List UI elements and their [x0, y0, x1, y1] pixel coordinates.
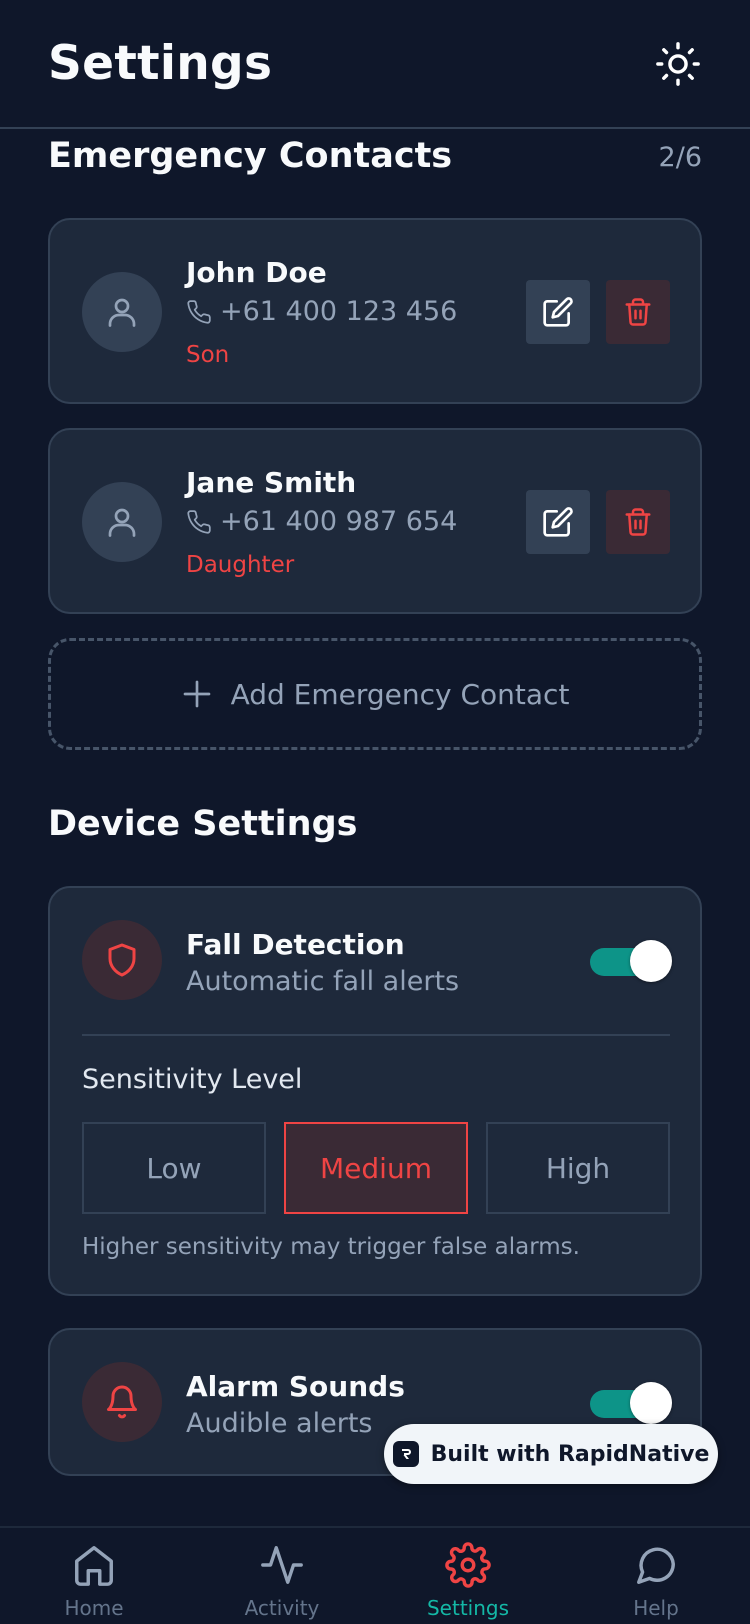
sensitivity-low-option[interactable]: Low: [82, 1122, 266, 1214]
fall-detection-subtitle: Automatic fall alerts: [186, 966, 460, 997]
fall-detection-toggle[interactable]: [590, 940, 672, 982]
emergency-contacts-title: Emergency Contacts: [48, 136, 453, 176]
edit-contact-button[interactable]: [526, 490, 590, 554]
add-contact-label: Add Emergency Contact: [230, 677, 570, 711]
built-with-badge[interactable]: Built with RapidNative: [384, 1424, 718, 1484]
alarm-sounds-title: Alarm Sounds: [186, 1370, 405, 1403]
user-icon: [108, 508, 136, 537]
theme-toggle-button[interactable]: [654, 40, 702, 88]
phone-icon: [187, 509, 211, 534]
contact-card: John Doe +61 400 123 456 Son: [48, 218, 702, 404]
rapidnative-logo-icon: [392, 1441, 419, 1467]
chat-bubble-icon: [637, 1547, 675, 1584]
nav-label-home: Home: [64, 1596, 124, 1620]
bell-icon: [107, 1385, 137, 1419]
edit-icon: [543, 507, 573, 537]
avatar: [82, 482, 162, 562]
fall-detection-title: Fall Detection: [186, 928, 405, 961]
delete-contact-button[interactable]: [606, 490, 670, 554]
contacts-count: 2/6: [658, 142, 702, 173]
nav-item-settings[interactable]: Settings: [398, 1542, 538, 1620]
trash-icon: [625, 298, 651, 326]
contact-phone-row: +61 400 123 456: [186, 296, 457, 327]
sensitivity-note: Higher sensitivity may trigger false ala…: [82, 1234, 580, 1260]
gear-icon: [445, 1542, 491, 1588]
contact-card: Jane Smith +61 400 987 654 Daughter: [48, 428, 702, 614]
header: Settings: [0, 0, 750, 129]
nav-item-activity[interactable]: Activity: [212, 1542, 352, 1620]
nav-label-settings: Settings: [426, 1596, 510, 1620]
toggle-knob: [630, 940, 672, 982]
nav-item-home[interactable]: Home: [24, 1542, 164, 1620]
add-emergency-contact-button[interactable]: Add Emergency Contact: [48, 638, 702, 750]
device-settings-title: Device Settings: [48, 804, 358, 844]
shield-icon: [108, 943, 136, 977]
alarm-sounds-subtitle: Audible alerts: [186, 1408, 373, 1439]
phone-icon: [187, 299, 211, 324]
badge-label: Built with RapidNative: [430, 1441, 710, 1467]
user-icon: [108, 298, 136, 327]
edit-contact-button[interactable]: [526, 280, 590, 344]
nav-label-help: Help: [633, 1596, 679, 1620]
trash-icon: [625, 508, 651, 536]
nav-item-help[interactable]: Help: [586, 1542, 726, 1620]
delete-contact-button[interactable]: [606, 280, 670, 344]
sensitivity-label: Sensitivity Level: [82, 1064, 303, 1095]
contact-phone: +61 400 123 456: [220, 296, 458, 327]
contact-relation: Daughter: [186, 552, 295, 578]
contact-relation: Son: [186, 342, 230, 368]
avatar: [82, 272, 162, 352]
sensitivity-medium-option[interactable]: Medium: [284, 1122, 468, 1214]
bell-icon-wrap: [82, 1362, 162, 1442]
sensitivity-high-option[interactable]: High: [486, 1122, 670, 1214]
divider: [82, 1034, 670, 1036]
nav-label-activity: Activity: [244, 1596, 320, 1620]
shield-icon-wrap: [82, 920, 162, 1000]
contact-name: John Doe: [186, 256, 327, 289]
bottom-nav: Home Activity Settings Help: [0, 1526, 750, 1624]
contact-phone: +61 400 987 654: [220, 506, 458, 537]
plus-icon: [183, 680, 210, 708]
fall-detection-card: Fall Detection Automatic fall alerts Sen…: [48, 886, 702, 1296]
alarm-sounds-toggle[interactable]: [590, 1382, 672, 1424]
contact-phone-row: +61 400 987 654: [186, 506, 457, 537]
toggle-knob: [630, 1382, 672, 1424]
page-title: Settings: [48, 36, 273, 91]
contact-name: Jane Smith: [186, 466, 357, 499]
edit-icon: [543, 297, 573, 327]
activity-icon: [261, 1546, 303, 1584]
home-icon: [75, 1546, 113, 1586]
sun-icon: [656, 42, 700, 86]
settings-screen: Settings Emergency Contacts 2/6 John Doe…: [0, 0, 750, 1624]
